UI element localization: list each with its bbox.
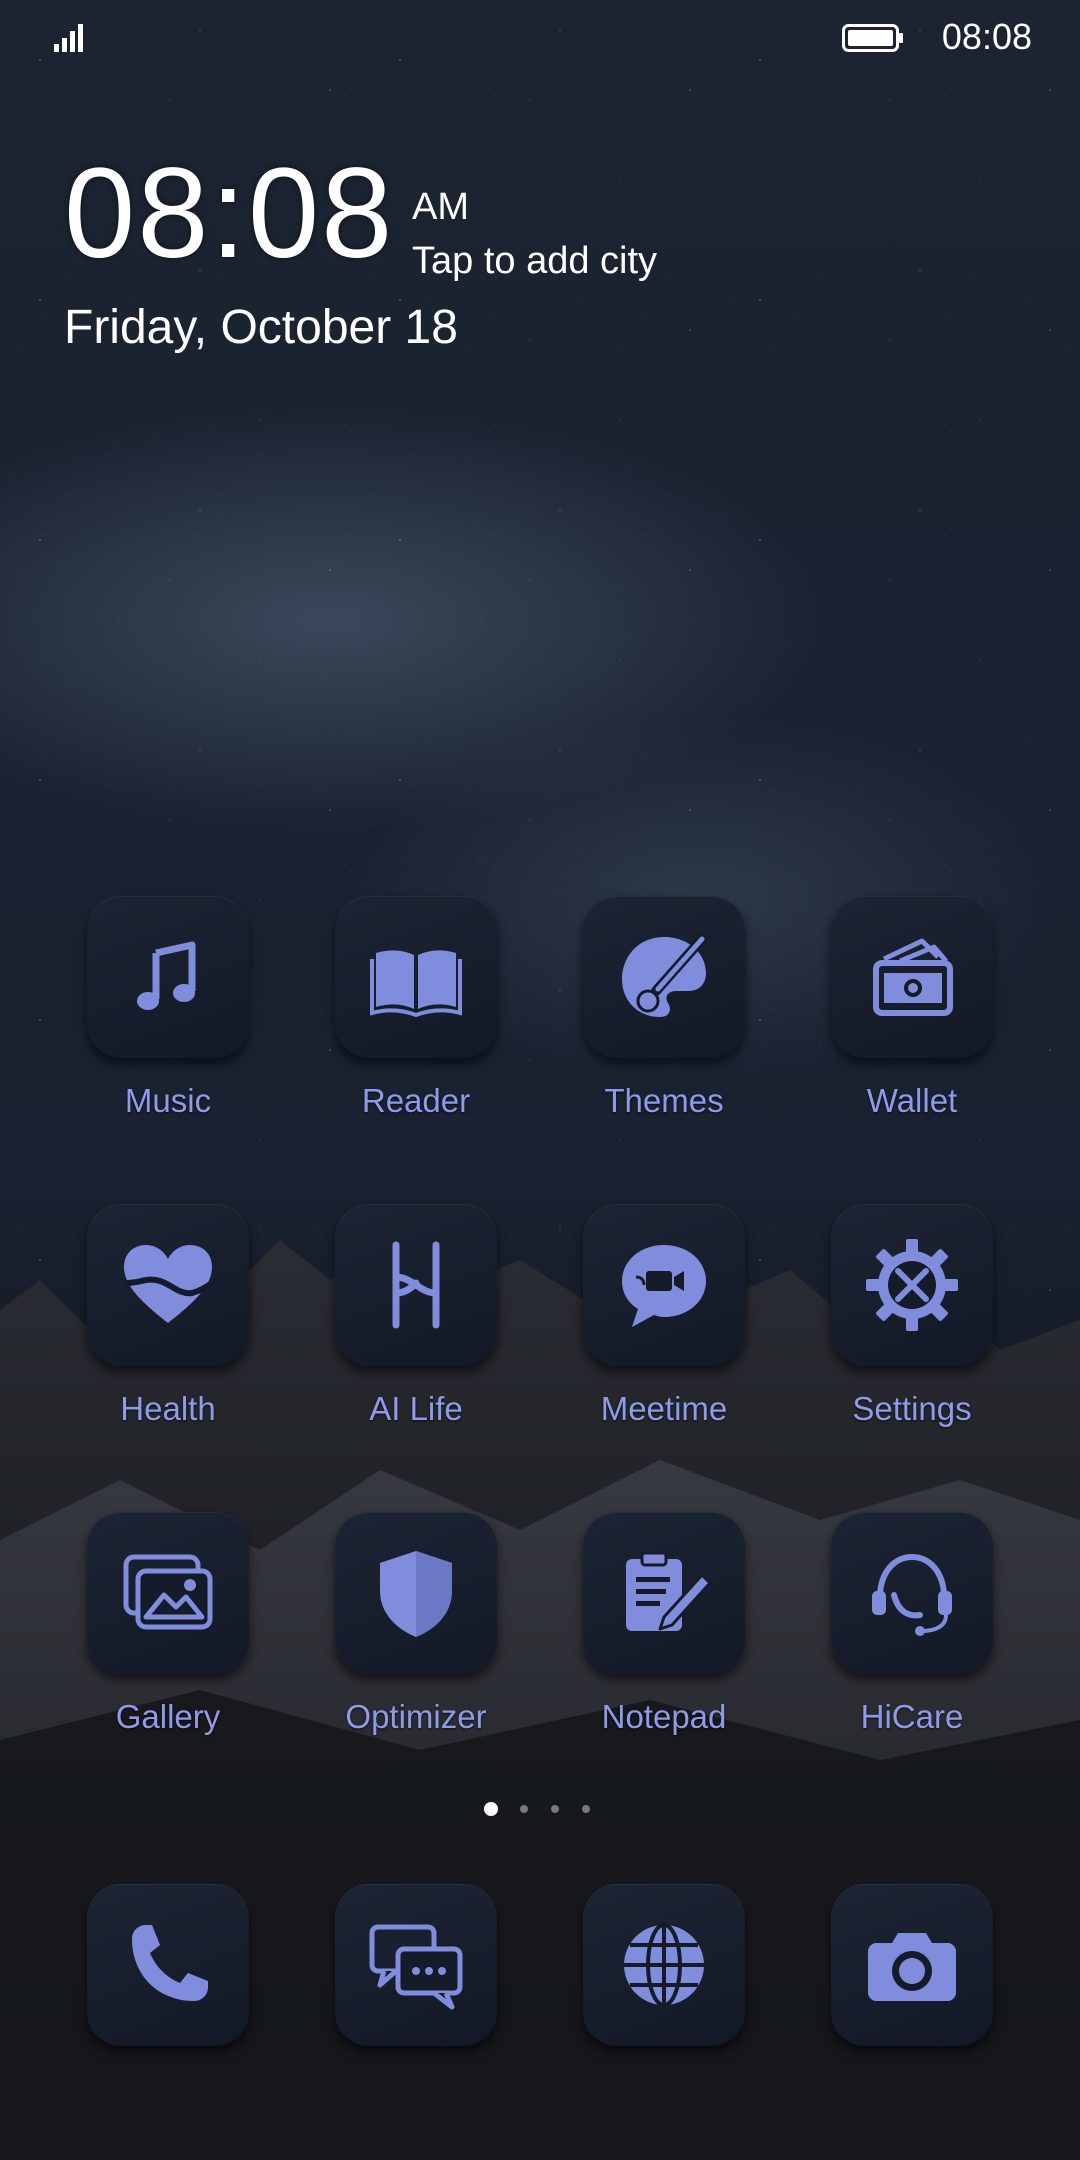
page-dot[interactable] (582, 1805, 590, 1813)
clock-time: 08:08 (64, 142, 395, 285)
dock-browser[interactable] (538, 1884, 758, 2124)
app-settings[interactable]: Settings (786, 1204, 1006, 1444)
app-label: Optimizer (345, 1698, 487, 1735)
app-notepad[interactable]: Notepad (538, 1512, 758, 1752)
add-city-prompt[interactable]: Tap to add city (412, 240, 657, 283)
app-ai-life[interactable]: AI Life (290, 1204, 510, 1444)
app-icon-tile[interactable] (583, 896, 745, 1058)
wallet-icon (873, 938, 953, 1016)
app-icon-tile[interactable] (335, 1512, 497, 1674)
app-icon-tile[interactable] (87, 1884, 249, 2046)
app-icon-tile[interactable] (87, 896, 249, 1058)
book-icon (370, 950, 462, 1018)
app-meetime[interactable]: Meetime (538, 1204, 758, 1444)
video-chat-icon (622, 1245, 706, 1327)
app-label: Notepad (601, 1698, 727, 1735)
app-label: HiCare (860, 1698, 964, 1735)
clock-date: Friday, October 18 (64, 301, 458, 354)
app-health[interactable]: Health (42, 1204, 262, 1444)
clock-ampm: AM (412, 186, 469, 228)
dock-camera[interactable] (786, 1884, 1006, 2124)
app-icon-tile[interactable] (831, 896, 993, 1058)
status-bar: 08:08 (0, 0, 1080, 72)
gear-tools-icon (866, 1239, 958, 1331)
dock-messages[interactable] (290, 1884, 510, 2124)
app-label: Health (120, 1390, 216, 1427)
home-screen: 08:08 08:08 AM Tap to add city Friday, O… (0, 0, 1080, 2160)
app-icon-tile[interactable] (583, 1884, 745, 2046)
app-label: Gallery (115, 1698, 221, 1735)
camera-icon (868, 1933, 956, 2001)
app-icon-tile[interactable] (831, 1204, 993, 1366)
clock-widget[interactable]: 08:08 AM Tap to add city Friday, October… (64, 150, 764, 370)
shield-icon (380, 1551, 452, 1637)
app-label: Music (124, 1082, 212, 1119)
app-icon-tile[interactable] (583, 1204, 745, 1366)
app-icon-tile[interactable] (335, 896, 497, 1058)
app-label: Meetime (600, 1390, 728, 1427)
signal-strength-icon (54, 24, 83, 52)
globe-icon (624, 1923, 704, 2007)
app-label: Wallet (866, 1082, 958, 1119)
notepad-pencil-icon (626, 1551, 712, 1631)
app-label: Reader (361, 1082, 471, 1119)
page-dot[interactable] (551, 1805, 559, 1813)
app-label: Themes (604, 1082, 724, 1119)
phone-icon (132, 1925, 208, 2001)
app-music[interactable]: Music (42, 896, 262, 1136)
page-dot-active[interactable] (484, 1802, 498, 1816)
page-indicator[interactable] (484, 1802, 604, 1821)
page-dot[interactable] (520, 1805, 528, 1813)
app-icon-tile[interactable] (335, 1204, 497, 1366)
battery-icon (842, 24, 903, 52)
status-time: 08:08 (941, 16, 1032, 57)
ai-life-icon (392, 1241, 440, 1329)
messages-icon (369, 1924, 463, 2010)
app-wallet[interactable]: Wallet (786, 896, 1006, 1136)
app-icon-tile[interactable] (87, 1512, 249, 1674)
music-note-icon (137, 941, 196, 1010)
app-themes[interactable]: Themes (538, 896, 758, 1136)
app-label: Settings (852, 1390, 972, 1427)
app-gallery[interactable]: Gallery (42, 1512, 262, 1752)
heart-icon (124, 1245, 214, 1323)
app-icon-tile[interactable] (831, 1512, 993, 1674)
app-icon-tile[interactable] (335, 1884, 497, 2046)
paintbrush-palette-icon (622, 934, 707, 1017)
app-label: AI Life (369, 1390, 463, 1427)
photos-icon (123, 1554, 213, 1630)
app-reader[interactable]: Reader (290, 896, 510, 1136)
dock-phone[interactable] (42, 1884, 262, 2124)
app-hicare[interactable]: HiCare (786, 1512, 1006, 1752)
app-optimizer[interactable]: Optimizer (290, 1512, 510, 1752)
app-icon-tile[interactable] (583, 1512, 745, 1674)
app-icon-tile[interactable] (831, 1884, 993, 2046)
app-icon-tile[interactable] (87, 1204, 249, 1366)
headset-icon (872, 1553, 952, 1636)
